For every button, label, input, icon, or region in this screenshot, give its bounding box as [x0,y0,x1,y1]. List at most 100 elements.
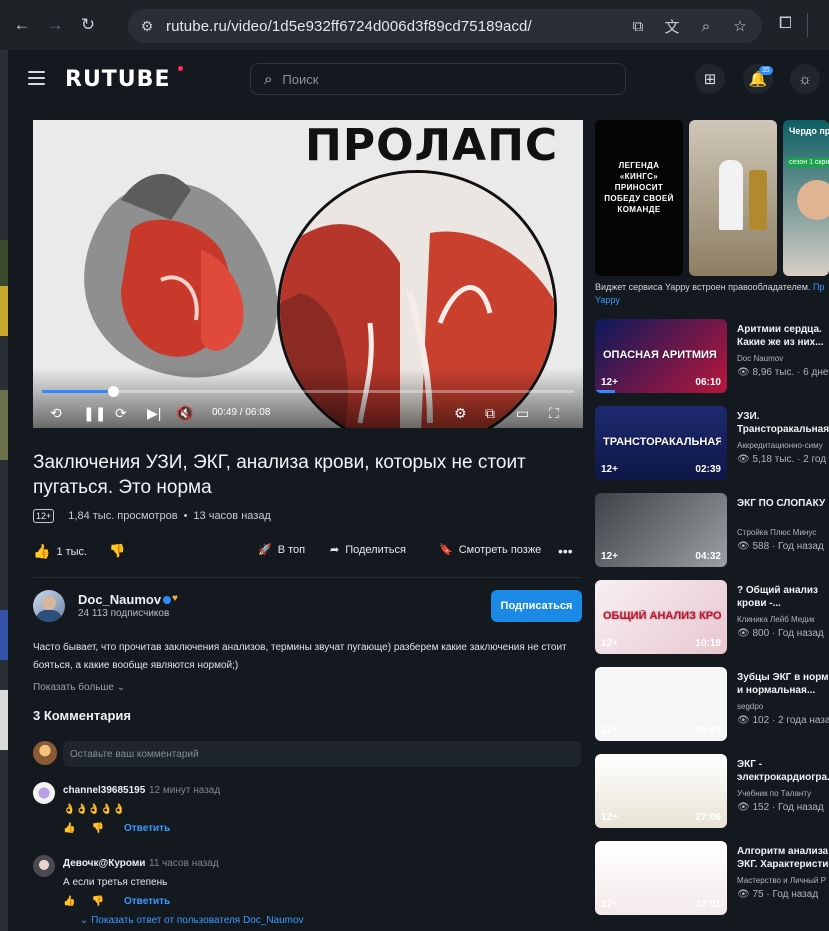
recommended-channel[interactable]: Клиника Лейб Медик [737,615,829,624]
thumb-down-icon[interactable]: 👎 [91,896,103,907]
short-tag: сезон 1 скри [787,158,829,167]
notifications-button[interactable]: 🔔 35 [743,64,773,94]
heart-icon: ♥ [172,593,178,604]
recommended-title[interactable]: ЭКГ ПО СЛОПАКУ [737,497,829,510]
like-button[interactable]: 👍 1 тыс. [33,543,87,560]
recommended-video[interactable]: ОБЩИЙ АНАЛИЗ КРОВИ 12+ 10:19 ? Общий анализ… [595,580,829,654]
yappy-link[interactable]: Yappy [595,295,620,305]
thumb-up-icon[interactable]: 👍 [63,896,75,907]
video-thumbnail[interactable]: ОБЩИЙ АНАЛИЗ КРОВИ 12+ 10:19 [595,580,727,654]
age-rating-badge: 12+ [601,551,618,562]
seek-bar[interactable] [42,386,574,397]
video-thumbnail[interactable]: 12+ 05:43 [595,667,727,741]
recommended-title-line2: электрокардиогра... [737,772,829,783]
site-info-icon[interactable]: ⚙ [138,17,156,35]
recommended-title[interactable]: Алгоритм анализа ЭКГ. Характеристи... [737,845,829,871]
reply-button[interactable]: Ответить [124,823,170,834]
url-text[interactable]: rutube.ru/video/1d5e932ff6724d006d3f89cd… [166,18,532,35]
address-bar[interactable]: ⚙ rutube.ru/video/1d5e932ff6724d006d3f89… [128,9,762,43]
commenter-avatar[interactable] [33,782,55,804]
comment-input[interactable]: Оставьте ваш комментарий [63,741,581,767]
bookmark-star-icon[interactable]: ☆ [730,16,750,36]
notifications-badge: 35 [759,66,773,75]
subscriber-count: 24 113 подписчиков [78,608,170,619]
menu-icon[interactable] [28,71,45,85]
short-card[interactable] [689,120,777,276]
seek-bar-fill [42,390,113,393]
channel-name[interactable]: Doc_Naumov [78,592,161,607]
forward-10-icon[interactable]: ⟳ [115,405,127,422]
rutube-logo[interactable]: RUTUBE [65,67,170,92]
recommended-title[interactable]: УЗИ. Трансторакальная. [737,410,829,436]
picture-in-picture-icon[interactable]: ⧉ [485,405,495,422]
recommended-channel[interactable]: Стройка Плюс Минус [737,528,829,537]
recommended-video[interactable]: 12+ 27:06 ЭКГ - электрокардиогра... Учебник … [595,754,829,828]
meta-separator: • [183,510,188,522]
recommended-title[interactable]: ЭКГ - электрокардиогра... [737,758,829,784]
short-card[interactable]: Чердо против Яппе сезон 1 скри [783,120,829,276]
recommended-video[interactable]: 12+ 12:01 Алгоритм анализа ЭКГ. Характерист… [595,841,829,915]
thumb-up-icon[interactable]: 👍 [63,823,75,834]
video-thumbnail[interactable]: 12+ 27:06 [595,754,727,828]
recommended-title[interactable]: ? Общий анализ крови -... [737,584,829,610]
recommended-channel[interactable]: Doc Naumov [737,354,829,363]
watch-later-button[interactable]: 🔖 Смотреть позже [439,543,541,557]
share-button[interactable]: ➦ Поделиться [330,543,406,557]
show-replies-link[interactable]: ⌄ Показать ответ от пользователя Doc_Nau… [80,915,304,926]
back-arrow-icon[interactable]: ← [11,14,33,36]
fullscreen-icon[interactable]: ⛶ [549,405,559,422]
upload-button[interactable]: ⊞ [695,64,725,94]
age-rating-badge: 12+ [601,812,618,823]
more-options-icon[interactable]: ••• [558,543,573,559]
recommended-video[interactable]: 12+ 05:43 Зубцы ЭКГ в норме и нормальная...… [595,667,829,741]
theater-mode-icon[interactable]: ▭ [516,405,529,422]
reload-icon[interactable]: ↻ [77,14,99,36]
channel-avatar[interactable] [33,590,65,622]
to-top-button[interactable]: 🚀 В топ [258,543,305,557]
reply-button[interactable]: Ответить [124,896,170,907]
theme-toggle-button[interactable]: ☼ [790,64,820,94]
recommended-channel[interactable]: Учебник по Таланту [737,789,829,798]
open-in-app-icon[interactable]: ⧉ [628,16,648,36]
show-more-link[interactable]: Показать больше ⌄ [33,682,125,693]
video-thumbnail[interactable]: 12+ 04:32 [595,493,727,567]
settings-gear-icon[interactable]: ⚙ [454,405,467,422]
extensions-icon[interactable]: ⧠ [779,15,792,33]
next-icon[interactable]: ▶| [147,405,161,422]
mute-icon[interactable]: 🔇 [176,405,193,422]
recommended-channel[interactable]: Мастерство и Личный Р [737,876,829,885]
subscribe-button[interactable]: Подписаться [491,590,582,622]
rewind-10-icon[interactable]: ⟲ [50,405,62,422]
comment-author[interactable]: Девочк@Куроми [63,858,145,869]
recommended-stats-text: 75 · Год назад [752,889,819,900]
commenter-avatar[interactable] [33,855,55,877]
short-card[interactable]: ЛЕГЕНДА «КИНГС» ПРИНОСИТ ПОБЕДУ СВОЕЙ КО… [595,120,683,276]
video-thumbnail[interactable]: ТРАНСТОРАКАЛЬНАЯ ЭХОКАРДИОГРАФИЯ 12+ 02:39 [595,406,727,480]
video-thumbnail[interactable]: ОПАСНАЯ АРИТМИЯ 12+ 06:10 [595,319,727,393]
recommended-stats: 👁 588 · Год назад [737,541,829,552]
recommended-video[interactable]: ТРАНСТОРАКАЛЬНАЯ ЭХОКАРДИОГРАФИЯ 12+ 02:39… [595,406,829,480]
video-thumbnail[interactable]: 12+ 12:01 [595,841,727,915]
search-input[interactable]: ⌕ Поиск [250,63,626,95]
seek-bar-knob[interactable] [107,386,119,397]
recommended-video[interactable]: 12+ 04:32 ЭКГ ПО СЛОПАКУ Стройка Плюс Минус… [595,493,829,567]
recommended-video[interactable]: ОПАСНАЯ АРИТМИЯ 12+ 06:10 Аритмии сердца. Ка… [595,319,829,393]
thumb-down-icon[interactable]: 👎 [91,823,103,834]
yappy-rights-link[interactable]: Пр [813,282,824,292]
dislike-button[interactable]: 👎 [109,543,125,559]
comment-author[interactable]: channel39685195 [63,785,145,796]
recommended-channel[interactable]: Аккредитационно-симу [737,441,829,450]
video-duration: 12:01 [695,899,721,910]
short-caption: ЛЕГЕНДА «КИНГС» ПРИНОСИТ ПОБЕДУ СВОЕЙ КО… [604,161,674,214]
recommended-title[interactable]: Аритмии сердца. Какие же из них... [737,323,829,349]
translate-icon[interactable]: 文 [662,16,682,36]
video-player[interactable]: ПРОЛАПС ⟲ ❚❚ ⟳ ▶| 🔇 00:49 / 06:08 ⚙ ⧉ ▭ … [33,120,583,428]
zoom-icon[interactable]: ⌕ [696,16,716,36]
watch-progress [595,390,615,393]
recommended-channel[interactable]: segdpo [737,702,829,711]
recommended-title[interactable]: Зубцы ЭКГ в норме и нормальная... [737,671,829,697]
forward-arrow-icon[interactable]: → [44,14,66,36]
age-rating-badge: 12+ [33,509,55,523]
pause-icon[interactable]: ❚❚ [83,405,106,422]
video-duration: 02:39 [695,464,721,475]
